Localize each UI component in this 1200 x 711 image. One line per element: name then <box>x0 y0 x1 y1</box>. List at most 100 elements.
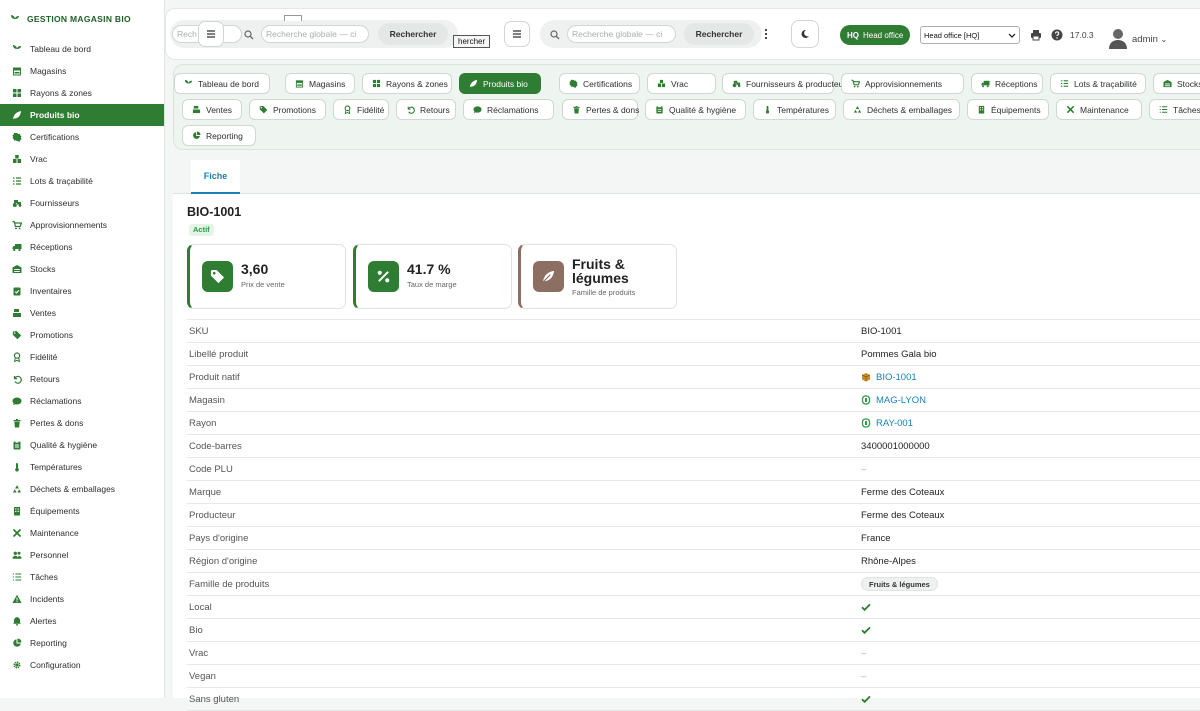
dark-mode-toggle[interactable] <box>791 20 819 48</box>
record-link[interactable]: MAG-LYON <box>876 395 926 406</box>
global-search-input-2[interactable]: Recherche globale — ci <box>567 25 676 43</box>
version-label: 17.0.3 <box>1070 30 1094 40</box>
store-select[interactable]: Head office [HQ] <box>920 26 1020 44</box>
module-tab-qualite-hygiene[interactable]: Qualité & hygiène <box>645 99 746 120</box>
menu-toggle-button[interactable] <box>198 21 224 47</box>
property-row: Produit natif BIO-1001 <box>187 366 1200 389</box>
sidebar-item-label: Températures <box>30 462 82 472</box>
module-tab-equipements[interactable]: Équipements <box>967 99 1049 120</box>
tooltip: hercher <box>453 35 491 48</box>
property-key: Marque <box>189 486 222 498</box>
sidebar-item-receptions[interactable]: Réceptions <box>0 236 164 258</box>
sidebar-item-stocks[interactable]: Stocks <box>0 258 164 280</box>
module-tab-pertes-dons[interactable]: Pertes & dons <box>562 99 639 120</box>
property-key: Bio <box>189 624 203 636</box>
module-tab-reclamations[interactable]: Réclamations <box>463 99 554 120</box>
user-menu[interactable]: admin ⌄ <box>1132 34 1167 45</box>
undo-icon <box>12 374 22 384</box>
module-tab-produits-bio[interactable]: Produits bio <box>459 73 541 94</box>
sidebar-item-fournisseurs[interactable]: Fournisseurs <box>0 192 164 214</box>
kebab-icon[interactable] <box>764 28 768 40</box>
kpi-value: Fruits & légumes <box>572 256 629 286</box>
kpi-card-price: 3,60 Prix de vente <box>187 244 346 309</box>
sidebar-nav: Tableau de bord Magasins Rayons & zones Pro… <box>0 38 164 676</box>
module-tab-maintenance[interactable]: Maintenance <box>1056 99 1142 120</box>
sidebar-item-retours[interactable]: Retours <box>0 368 164 390</box>
sidebar-item-personnel[interactable]: Personnel <box>0 544 164 566</box>
search-button[interactable]: Rechercher <box>378 23 448 45</box>
empty-value: – <box>861 647 867 659</box>
global-search-input[interactable]: Recherche globale — ci <box>261 25 369 43</box>
clipboard-icon <box>655 105 664 114</box>
module-tab-taches[interactable]: Tâches <box>1149 99 1200 120</box>
sidebar-item-pertes-dons[interactable]: Pertes & dons <box>0 412 164 434</box>
sidebar-item-alertes[interactable]: Alertes <box>0 610 164 632</box>
print-icon[interactable] <box>1030 29 1042 41</box>
sidebar-item-tableau-de-bord[interactable]: Tableau de bord <box>0 38 164 60</box>
module-tab-label: Magasins <box>309 78 346 89</box>
sidebar-item-equipements[interactable]: Équipements <box>0 500 164 522</box>
property-key: Producteur <box>189 509 236 521</box>
property-value[interactable]: RAY-001 <box>861 418 913 429</box>
sidebar-item-inventaires[interactable]: Inventaires <box>0 280 164 302</box>
sidebar-item-promotions[interactable]: Promotions <box>0 324 164 346</box>
sidebar-item-taches[interactable]: Tâches <box>0 566 164 588</box>
module-tab-magasins[interactable]: Magasins <box>285 73 355 94</box>
sidebar-item-produits-bio[interactable]: Produits bio <box>0 104 164 126</box>
property-row: Code-barres 3400001000000 <box>187 435 1200 458</box>
module-tab-lots-tracabilite[interactable]: Lots & traçabilité <box>1050 73 1146 94</box>
property-value[interactable]: BIO-1001 <box>861 372 917 383</box>
avatar[interactable] <box>1108 27 1128 49</box>
list-icon <box>12 176 22 186</box>
module-tab-retours[interactable]: Retours <box>396 99 456 120</box>
thermometer-icon <box>763 105 772 114</box>
sidebar-item-configuration[interactable]: Configuration <box>0 654 164 676</box>
record-link[interactable]: RAY-001 <box>876 418 913 429</box>
module-tab-temperatures[interactable]: Températures <box>753 99 836 120</box>
sidebar-item-maintenance[interactable]: Maintenance <box>0 522 164 544</box>
module-tab-stocks[interactable]: Stocks <box>1153 73 1200 94</box>
module-tab-fidelite[interactable]: Fidélité <box>333 99 389 120</box>
record-link[interactable]: BIO-1001 <box>876 372 917 383</box>
module-tab-promotions[interactable]: Promotions <box>249 99 326 120</box>
check-icon <box>861 694 871 704</box>
sidebar: GESTION MAGASIN BIO Tableau de bord Magas… <box>0 0 165 698</box>
sidebar-item-ventes[interactable]: Ventes <box>0 302 164 324</box>
module-tab-certifications[interactable]: Certifications <box>559 73 640 94</box>
tab-fiche[interactable]: Fiche <box>191 160 240 194</box>
sidebar-item-magasins[interactable]: Magasins <box>0 60 164 82</box>
sidebar-item-vrac[interactable]: Vrac <box>0 148 164 170</box>
module-tab-reporting[interactable]: Reporting <box>182 125 256 146</box>
sidebar-item-incidents[interactable]: Incidents <box>0 588 164 610</box>
sprout-icon <box>184 79 193 88</box>
module-tab-vrac[interactable]: Vrac <box>647 73 716 94</box>
sidebar-item-lots-tracabilite[interactable]: Lots & traçabilité <box>0 170 164 192</box>
property-key: Pays d'origine <box>189 532 249 544</box>
sidebar-item-fidelite[interactable]: Fidélité <box>0 346 164 368</box>
help-icon[interactable] <box>1051 29 1063 41</box>
sidebar-item-qualite-hygiene[interactable]: Qualité & hygiène <box>0 434 164 456</box>
module-tab-tableau-de-bord[interactable]: Tableau de bord <box>174 73 270 94</box>
module-tab-ventes[interactable]: Ventes <box>182 99 242 120</box>
sidebar-item-certifications[interactable]: Certifications <box>0 126 164 148</box>
module-tab-rayons-zones[interactable]: Rayons & zones <box>362 73 452 94</box>
module-tab-dechets-emballages[interactable]: Déchets & emballages <box>843 99 960 120</box>
sidebar-item-reclamations[interactable]: Réclamations <box>0 390 164 412</box>
brand[interactable]: GESTION MAGASIN BIO <box>0 0 164 38</box>
kpi-card-family: Fruits & légumes Famille de produits <box>518 244 677 309</box>
sidebar-item-approvisionnements[interactable]: Approvisionnements <box>0 214 164 236</box>
module-tab-approvisionnements[interactable]: Approvisionnements <box>841 73 964 94</box>
property-value[interactable]: MAG-LYON <box>861 395 926 406</box>
sidebar-item-temperatures[interactable]: Températures <box>0 456 164 478</box>
module-tab-receptions[interactable]: Réceptions <box>971 73 1043 94</box>
property-value: Pommes Gala bio <box>861 349 937 360</box>
sidebar-item-rayons-zones[interactable]: Rayons & zones <box>0 82 164 104</box>
property-row: SKU BIO-1001 <box>187 320 1200 343</box>
current-store-badge[interactable]: HQ Head office <box>840 25 911 45</box>
module-tab-fournisseurs-producteurs[interactable]: Fournisseurs & producteurs <box>722 73 850 94</box>
sidebar-item-reporting[interactable]: Reporting <box>0 632 164 654</box>
search-button-2[interactable]: Rechercher <box>684 23 754 45</box>
sidebar-item-dechets-emballages[interactable]: Déchets & emballages <box>0 478 164 500</box>
family-tag: Fruits & légumes <box>861 577 938 591</box>
menu-toggle-button-2[interactable] <box>504 21 530 47</box>
